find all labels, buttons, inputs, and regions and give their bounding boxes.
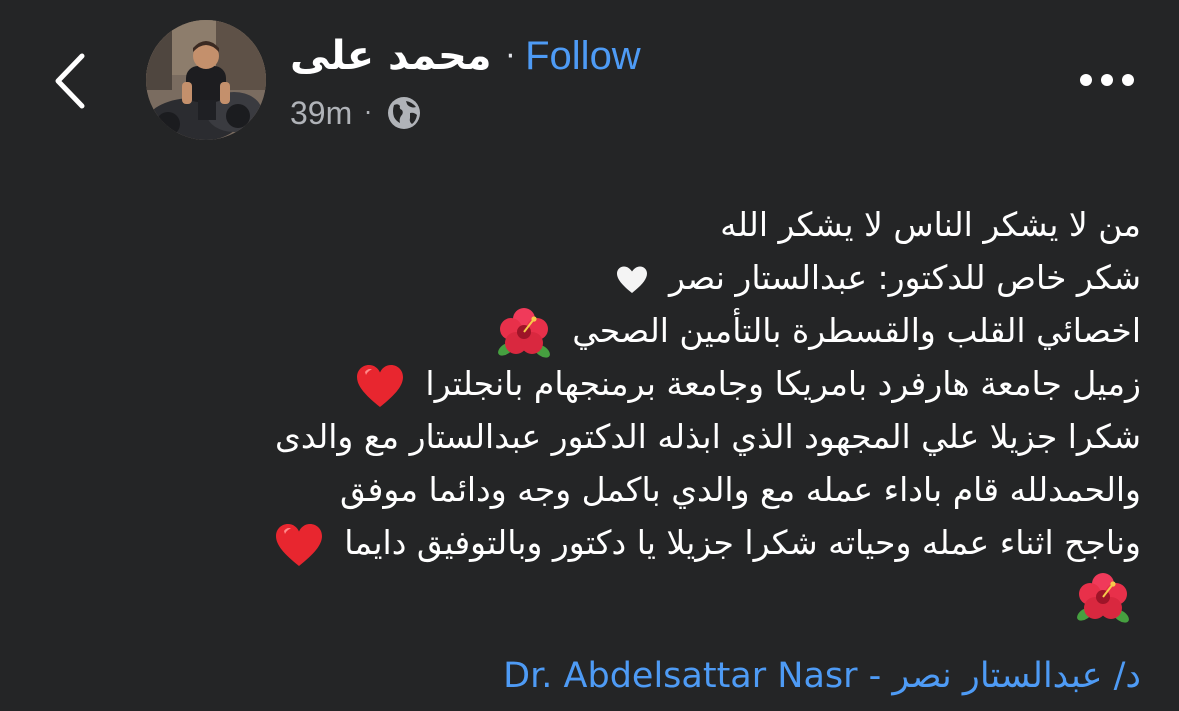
post-line-text: شكر خاص للدكتور: عبدالستار نصر [668,258,1141,297]
globe-icon[interactable] [386,95,422,131]
post-line-text: من لا يشكر الناس لا يشكر الله [720,205,1141,244]
post-time[interactable]: 39m [290,95,352,132]
post-line: اخصائي القلب والقسطرة بالتأمين الصحي [31,304,1141,358]
meta-separator: · [364,99,372,127]
separator-dot: · [505,38,516,74]
chevron-left-icon [55,53,85,109]
post-line-text: والحمدلله قام باداء عمله مع والدي باكمل … [340,470,1141,509]
avatar-photo [146,20,266,140]
post-line-text: اخصائي القلب والقسطرة بالتأمين الصحي [572,311,1141,350]
red-heart-icon [355,363,405,409]
post-line: شكرا جزيلا علي المجهود الذي ابذله الدكتو… [31,410,1141,463]
avatar[interactable] [146,20,266,140]
post-line [31,569,1141,623]
white-heart-icon [616,265,648,295]
post-line-text: زميل جامعة هارفرد بامريكا وجامعة برمنجها… [425,364,1141,403]
post-line: والحمدلله قام باداء عمله مع والدي باكمل … [31,463,1141,516]
post-line: زميل جامعة هارفرد بامريكا وجامعة برمنجها… [31,357,1141,410]
red-heart-icon [274,522,324,568]
hibiscus-icon [496,305,552,361]
author-name[interactable]: محمد على [290,33,492,79]
mention-link[interactable]: د/ عبدالستار نصر - Dr. Abdelsattar Nasr [503,648,1141,704]
post-line: من لا يشكر الناس لا يشكر الله [31,198,1141,251]
post-line-text: شكرا جزيلا علي المجهود الذي ابذله الدكتو… [275,417,1141,456]
follow-button[interactable]: Follow [525,34,641,79]
post-line: وناجح اثناء عمله وحياته شكرا جزيلا يا دك… [31,516,1141,569]
post-meta: 39m · [290,90,422,136]
post-header: محمد على · Follow 39m · [0,0,1179,160]
hibiscus-icon [1075,570,1131,626]
author-row: محمد على · Follow [290,26,641,86]
post-text: من لا يشكر الناس لا يشكر الله شكر خاص للد… [31,198,1141,623]
post-line-text: وناجح اثناء عمله وحياته شكرا جزيلا يا دك… [344,523,1141,562]
more-horizontal-icon [1080,74,1134,86]
post-line: شكر خاص للدكتور: عبدالستار نصر [31,251,1141,304]
back-button[interactable] [48,50,92,112]
more-options-button[interactable] [1074,60,1140,100]
